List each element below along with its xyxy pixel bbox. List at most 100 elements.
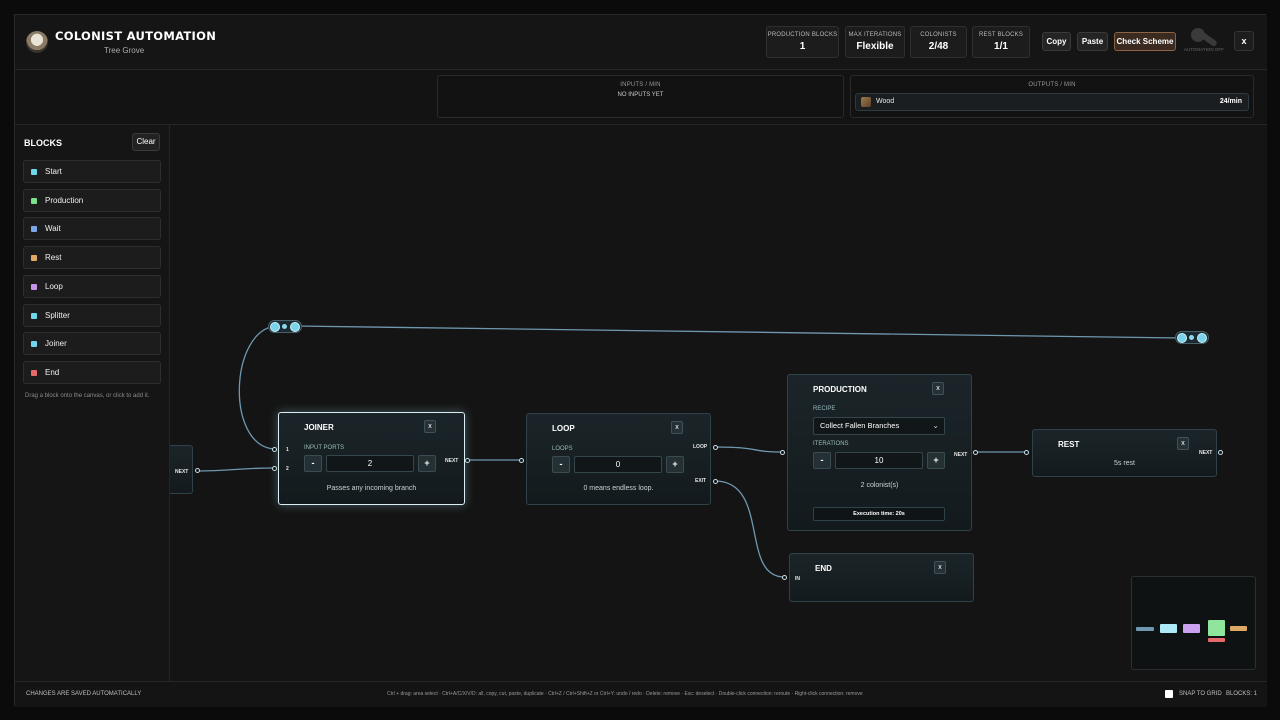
iterations-decrement-button[interactable]: - xyxy=(813,452,831,469)
minimap-node xyxy=(1208,620,1225,636)
production-close-button[interactable]: x xyxy=(932,382,944,395)
automation-status-label: AUTOMATION OFF xyxy=(1184,47,1224,52)
end-input-port[interactable] xyxy=(782,575,787,580)
recipe-label: RECIPE xyxy=(813,406,836,412)
joiner-node[interactable]: JOINER x INPUT PORTS - 2 + Passes any in… xyxy=(278,412,465,505)
astronaut-logo-icon xyxy=(26,31,48,53)
sidebar-title: BLOCKS xyxy=(24,138,62,148)
iterations-value[interactable]: 10 xyxy=(835,452,923,469)
chevron-down-icon: ⌄ xyxy=(932,421,939,430)
joiner-title: JOINER xyxy=(304,423,334,432)
block-item-end[interactable]: End xyxy=(23,361,161,384)
joiner-increment-button[interactable]: + xyxy=(418,455,436,472)
loop-close-button[interactable]: x xyxy=(671,421,683,434)
sidebar-hint: Drag a block onto the canvas, or click t… xyxy=(25,393,150,399)
block-item-production[interactable]: Production xyxy=(23,189,161,212)
reroute-point-right[interactable] xyxy=(1175,331,1209,344)
minimap-node xyxy=(1230,626,1247,631)
minimap-node xyxy=(1208,638,1225,642)
close-button[interactable]: x xyxy=(1234,31,1254,51)
offscreen-node[interactable]: NEXT xyxy=(170,445,193,494)
blocks-count: BLOCKS: 1 xyxy=(1226,691,1258,697)
check-scheme-button[interactable]: Check Scheme xyxy=(1114,32,1176,51)
block-item-start[interactable]: Start xyxy=(23,160,161,183)
joiner-next-port[interactable] xyxy=(465,458,470,463)
loop-count-stepper: - 0 + xyxy=(552,456,685,473)
loop-exit-port[interactable] xyxy=(713,479,718,484)
execution-time: Execution time: 20s xyxy=(813,507,945,521)
rest-color-icon xyxy=(31,255,37,261)
outputs-panel: OUTPUTS / MIN Wood 24/min xyxy=(850,75,1254,118)
iterations-increment-button[interactable]: + xyxy=(927,452,945,469)
end-node[interactable]: END x IN xyxy=(789,553,974,602)
app-window: COLONIST AUTOMATION Tree Grove PRODUCTIO… xyxy=(14,14,1267,707)
stat-rest-blocks: REST BLOCKS 1/1 xyxy=(972,26,1030,58)
automation-canvas[interactable]: NEXT JOINER x INPUT PORTS - 2 + Passes a… xyxy=(170,125,1267,681)
wire-reroute-to-joiner xyxy=(238,325,277,450)
joiner-field-label: INPUT PORTS xyxy=(304,445,345,451)
connection-wires xyxy=(196,325,1183,578)
production-node[interactable]: PRODUCTION x RECIPE Collect Fallen Branc… xyxy=(787,374,972,531)
rest-title: REST xyxy=(1058,440,1080,449)
colonists-count: 2 colonist(s) xyxy=(860,482,899,489)
joiner-close-button[interactable]: x xyxy=(424,420,436,433)
paste-button[interactable]: Paste xyxy=(1077,32,1108,51)
wait-color-icon xyxy=(31,226,37,232)
loop-loop-port[interactable] xyxy=(713,445,718,450)
copy-button[interactable]: Copy xyxy=(1042,32,1071,51)
wire-reroute-long xyxy=(294,325,1183,339)
joiner-input-1-port[interactable] xyxy=(272,447,277,452)
loop-field-label: LOOPS xyxy=(552,446,573,452)
loop-input-port[interactable] xyxy=(519,458,524,463)
production-color-icon xyxy=(31,198,37,204)
loop-count-value[interactable]: 0 xyxy=(574,456,662,473)
minimap[interactable] xyxy=(1131,576,1256,670)
loop-increment-button[interactable]: + xyxy=(666,456,684,473)
autosave-text: CHANGES ARE SAVED AUTOMATICALLY xyxy=(26,691,142,697)
wood-icon xyxy=(861,97,871,107)
wire-offscreen-to-joiner xyxy=(196,467,275,472)
rest-input-port[interactable] xyxy=(1024,450,1029,455)
app-title: COLONIST AUTOMATION xyxy=(55,29,217,43)
splitter-color-icon xyxy=(31,313,37,319)
recipe-select[interactable]: Collect Fallen Branches ⌄ xyxy=(813,417,945,435)
block-item-loop[interactable]: Loop xyxy=(23,275,161,298)
loop-node[interactable]: LOOP x LOOPS - 0 + 0 means endless loop.… xyxy=(526,413,711,505)
joiner-decrement-button[interactable]: - xyxy=(304,455,322,472)
production-input-port[interactable] xyxy=(780,450,785,455)
start-color-icon xyxy=(31,169,37,175)
joiner-input-ports-stepper: - 2 + xyxy=(304,455,437,472)
footer: CHANGES ARE SAVED AUTOMATICALLY Ctrl + d… xyxy=(15,681,1267,707)
joiner-input-ports-value[interactable]: 2 xyxy=(326,455,414,472)
minimap-node xyxy=(1183,624,1200,633)
iterations-stepper: - 10 + xyxy=(813,452,946,469)
reroute-point-left[interactable] xyxy=(268,320,302,333)
production-next-port[interactable] xyxy=(973,450,978,455)
io-bar: INPUTS / MIN NO INPUTS YET OUTPUTS / MIN… xyxy=(15,70,1267,125)
snap-to-grid-checkbox[interactable] xyxy=(1165,690,1173,698)
end-close-button[interactable]: x xyxy=(934,561,946,574)
rest-next-port[interactable] xyxy=(1218,450,1223,455)
offscreen-next-port[interactable] xyxy=(195,468,200,473)
location-subtitle: Tree Grove xyxy=(104,46,145,55)
block-item-wait[interactable]: Wait xyxy=(23,217,161,240)
wire-loop-to-production xyxy=(714,446,783,453)
block-item-splitter[interactable]: Splitter xyxy=(23,304,161,327)
rest-node[interactable]: REST x 5s rest NEXT xyxy=(1032,429,1217,477)
inputs-empty-text: NO INPUTS YET xyxy=(617,92,664,98)
iterations-label: ITERATIONS xyxy=(813,441,849,447)
loop-decrement-button[interactable]: - xyxy=(552,456,570,473)
block-item-rest[interactable]: Rest xyxy=(23,246,161,269)
block-item-joiner[interactable]: Joiner xyxy=(23,332,161,355)
joiner-note: Passes any incoming branch xyxy=(326,485,417,492)
automation-toggle[interactable]: AUTOMATION OFF xyxy=(1184,26,1224,54)
stat-colonists: COLONISTS 2/48 xyxy=(910,26,967,58)
joiner-input-2-port[interactable] xyxy=(272,466,277,471)
minimap-node xyxy=(1136,627,1154,631)
clear-button[interactable]: Clear xyxy=(132,133,160,151)
loop-note: 0 means endless loop. xyxy=(583,485,654,492)
blocks-sidebar: BLOCKS Clear Start Production Wait Rest … xyxy=(15,125,170,681)
inputs-panel: INPUTS / MIN NO INPUTS YET xyxy=(437,75,844,118)
joiner-color-icon xyxy=(31,341,37,347)
rest-close-button[interactable]: x xyxy=(1177,437,1189,450)
